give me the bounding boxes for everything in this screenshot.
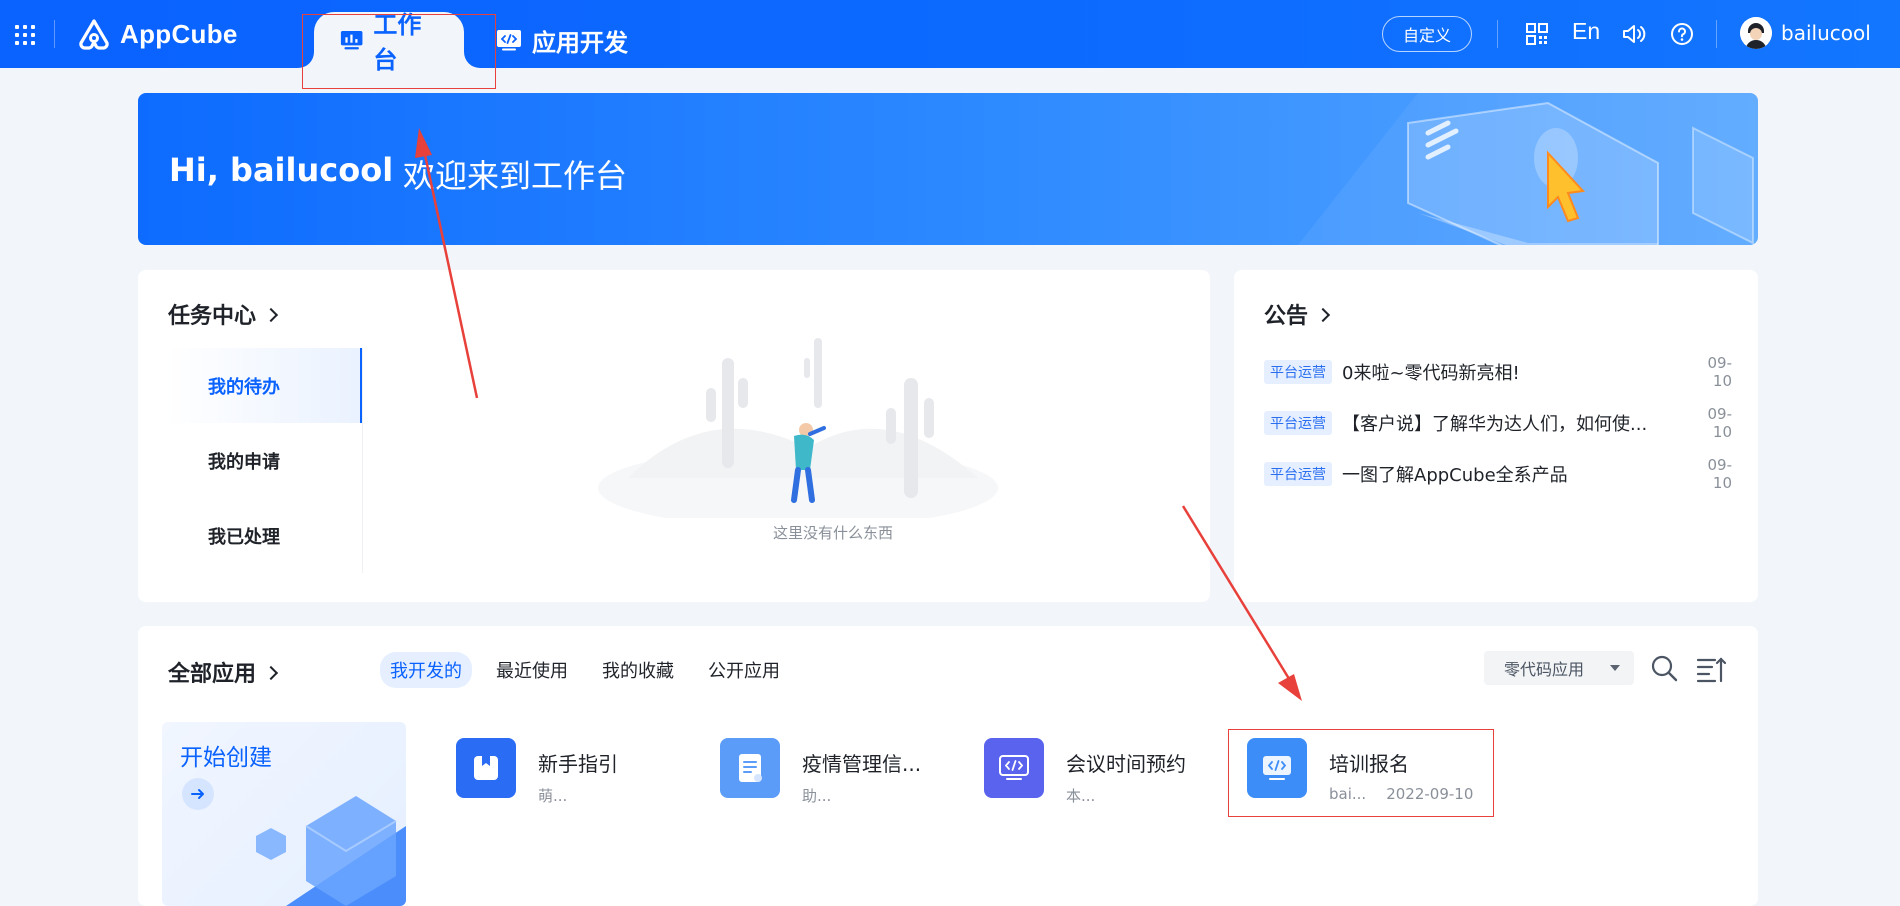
highlight-box-app <box>1228 729 1494 817</box>
app-filter-tabs: 我开发的 最近使用 我的收藏 公开应用 <box>380 652 790 688</box>
chevron-right-icon <box>1315 307 1331 323</box>
filter-tab-mine[interactable]: 我开发的 <box>380 652 472 688</box>
code-window-icon <box>999 755 1029 780</box>
app-type-select-value: 零代码应用 <box>1504 660 1585 679</box>
empty-state-illustration <box>598 338 998 518</box>
app-name: 新手指引 <box>538 752 618 776</box>
chevron-right-icon <box>263 665 279 681</box>
welcome-banner: Hi, bailucool 欢迎来到工作台 <box>138 93 1758 245</box>
greeting-text: Hi, bailucool <box>169 151 394 189</box>
task-nav: 我的待办 我的申请 我已处理 <box>166 348 362 573</box>
bookmark-icon <box>474 756 498 780</box>
avatar <box>1740 17 1772 49</box>
notice-tag: 平台运营 <box>1264 359 1332 384</box>
logo-text: AppCube <box>120 18 238 49</box>
highlight-box-workbench <box>302 14 496 89</box>
task-nav-todo[interactable]: 我的待办 <box>166 348 362 423</box>
app-icon <box>720 738 780 798</box>
username: bailucool <box>1781 21 1871 45</box>
customize-button[interactable]: 自定义 <box>1382 16 1472 52</box>
tab-app-dev[interactable]: 应用开发 <box>470 12 654 68</box>
task-nav-handled[interactable]: 我已处理 <box>166 498 362 573</box>
notice-card: 公告 平台运营 0来啦~零代码新亮相! 09-10 平台运营 【客户说】了解华为… <box>1234 270 1758 602</box>
arrow-right-icon <box>182 778 214 810</box>
app-name: 疫情管理信... <box>802 752 922 776</box>
task-center-title[interactable]: 任务中心 <box>168 298 279 330</box>
logo[interactable]: AppCube <box>76 16 238 52</box>
top-divider <box>54 20 55 48</box>
empty-state-text: 这里没有什么东西 <box>772 524 893 542</box>
app-owner: 助... <box>802 787 832 805</box>
search-icon[interactable] <box>1650 654 1678 682</box>
app-grid-icon[interactable] <box>14 22 40 48</box>
top-divider <box>1497 20 1498 48</box>
app-icon <box>984 738 1044 798</box>
app-item[interactable]: 新手指引 萌... <box>456 738 618 808</box>
notice-text: 0来啦~零代码新亮相! <box>1342 362 1520 384</box>
language-toggle[interactable]: En <box>1572 18 1600 45</box>
notice-item[interactable]: 平台运营 一图了解AppCube全系产品 09-10 <box>1264 448 1732 499</box>
app-item[interactable]: 疫情管理信... 助... <box>720 738 921 808</box>
all-apps-title[interactable]: 全部应用 <box>168 656 279 688</box>
notice-date: 09-10 <box>1707 455 1733 492</box>
notice-item[interactable]: 平台运营 0来啦~零代码新亮相! 09-10 <box>1264 346 1732 397</box>
task-center-card: 任务中心 我的待办 我的申请 我已处理 这里没有什么东西 <box>138 270 1210 602</box>
notice-tag: 平台运营 <box>1264 410 1332 435</box>
all-apps-title-text: 全部应用 <box>168 662 257 687</box>
sort-icon[interactable] <box>1696 655 1726 683</box>
all-apps-card: 全部应用 我开发的 最近使用 我的收藏 公开应用 零代码应用 开始创建 新手指引… <box>138 626 1758 906</box>
chevron-right-icon <box>263 307 279 323</box>
app-item[interactable]: 会议时间预约 本... <box>984 738 1186 808</box>
caret-down-icon <box>1610 665 1620 671</box>
welcome-text: 欢迎来到工作台 <box>403 157 628 195</box>
notice-title[interactable]: 公告 <box>1264 298 1331 330</box>
banner-illustration <box>1298 93 1758 245</box>
notice-date: 09-10 <box>1707 353 1733 390</box>
task-nav-applied[interactable]: 我的申请 <box>166 423 362 498</box>
notice-tag: 平台运营 <box>1264 461 1332 486</box>
app-owner: 本... <box>1066 787 1096 805</box>
top-bar: AppCube 工作台 应用开发 自定义 En bailucool <box>0 0 1900 74</box>
task-center-title-text: 任务中心 <box>168 304 257 329</box>
app-type-select[interactable]: 零代码应用 <box>1484 651 1634 685</box>
code-window-icon <box>497 30 521 51</box>
qr-code-icon[interactable] <box>1524 21 1550 47</box>
help-icon[interactable] <box>1669 21 1695 47</box>
speaker-icon[interactable] <box>1621 21 1647 47</box>
app-name: 会议时间预约 <box>1066 752 1186 776</box>
task-nav-divider <box>362 348 363 573</box>
notice-date: 09-10 <box>1707 404 1733 441</box>
app-icon <box>456 738 516 798</box>
filter-tab-public[interactable]: 公开应用 <box>698 652 790 688</box>
tab-app-dev-label: 应用开发 <box>532 28 628 57</box>
appcube-logo-icon <box>79 19 109 50</box>
top-divider <box>1716 20 1717 48</box>
app-cube-illustration <box>256 796 406 906</box>
notice-item[interactable]: 平台运营 【客户说】了解华为达人们，如何使... 09-10 <box>1264 397 1732 448</box>
user-menu[interactable]: bailucool <box>1740 17 1871 49</box>
app-owner: 萌... <box>538 787 568 805</box>
filter-tab-favorites[interactable]: 我的收藏 <box>592 652 684 688</box>
create-app-card[interactable]: 开始创建 <box>162 722 406 906</box>
notice-text: 【客户说】了解华为达人们，如何使... <box>1342 413 1648 435</box>
document-icon <box>739 754 762 782</box>
notice-list: 平台运营 0来啦~零代码新亮相! 09-10 平台运营 【客户说】了解华为达人们… <box>1264 346 1732 499</box>
notice-title-text: 公告 <box>1264 304 1309 329</box>
filter-tab-recent[interactable]: 最近使用 <box>486 652 578 688</box>
notice-text: 一图了解AppCube全系产品 <box>1342 464 1568 486</box>
